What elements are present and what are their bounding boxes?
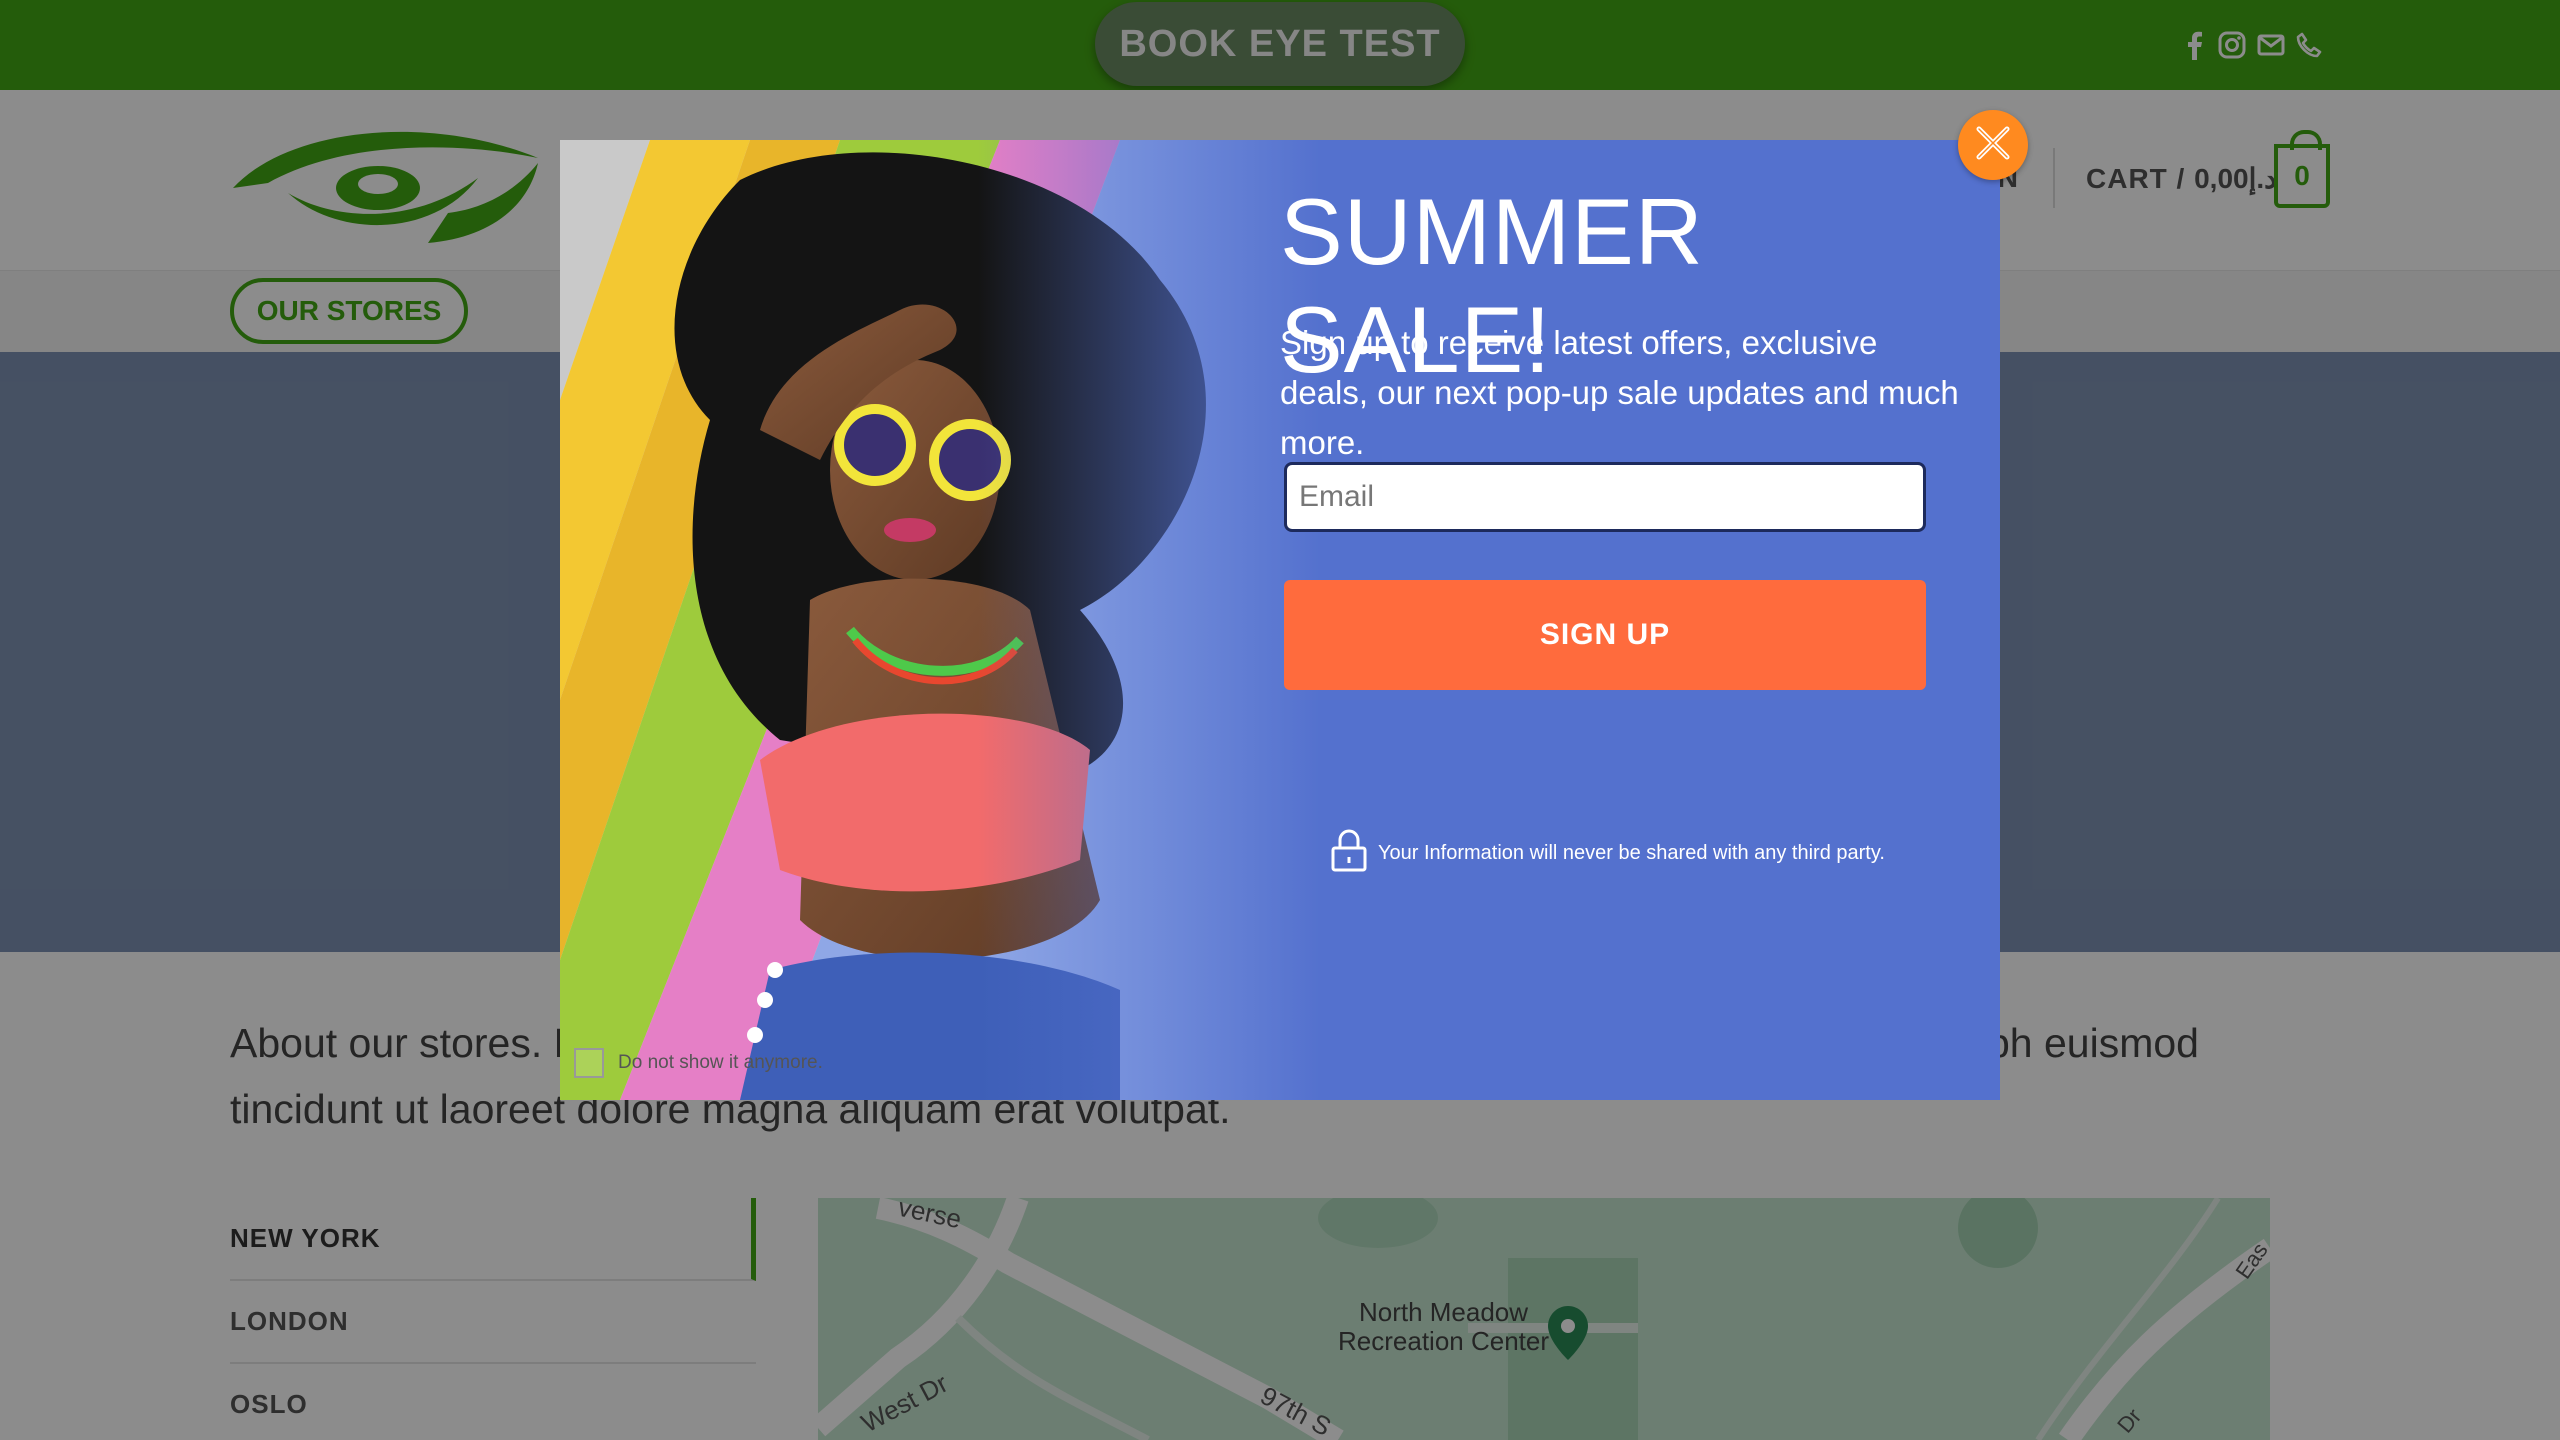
privacy-text: Your Information will never be shared wi…: [1378, 841, 1885, 864]
lock-icon: [1330, 828, 1368, 878]
privacy-note: Your Information will never be shared wi…: [1330, 828, 1885, 878]
close-icon: [1971, 121, 2015, 170]
dont-show-checkbox[interactable]: [574, 1048, 604, 1078]
newsletter-popup: SUMMER SALE! Sign up to receive latest o…: [560, 140, 2000, 1100]
sign-up-button[interactable]: SIGN UP: [1284, 580, 1926, 690]
close-popup-button[interactable]: [1958, 110, 2028, 180]
dont-show-option[interactable]: Do not show it anymore.: [574, 1048, 823, 1078]
popup-description: Sign up to receive latest offers, exclus…: [1280, 324, 1959, 461]
summer-model-photo: [560, 140, 1320, 1100]
email-field[interactable]: [1284, 462, 1926, 532]
dont-show-label: Do not show it anymore.: [618, 1052, 823, 1073]
